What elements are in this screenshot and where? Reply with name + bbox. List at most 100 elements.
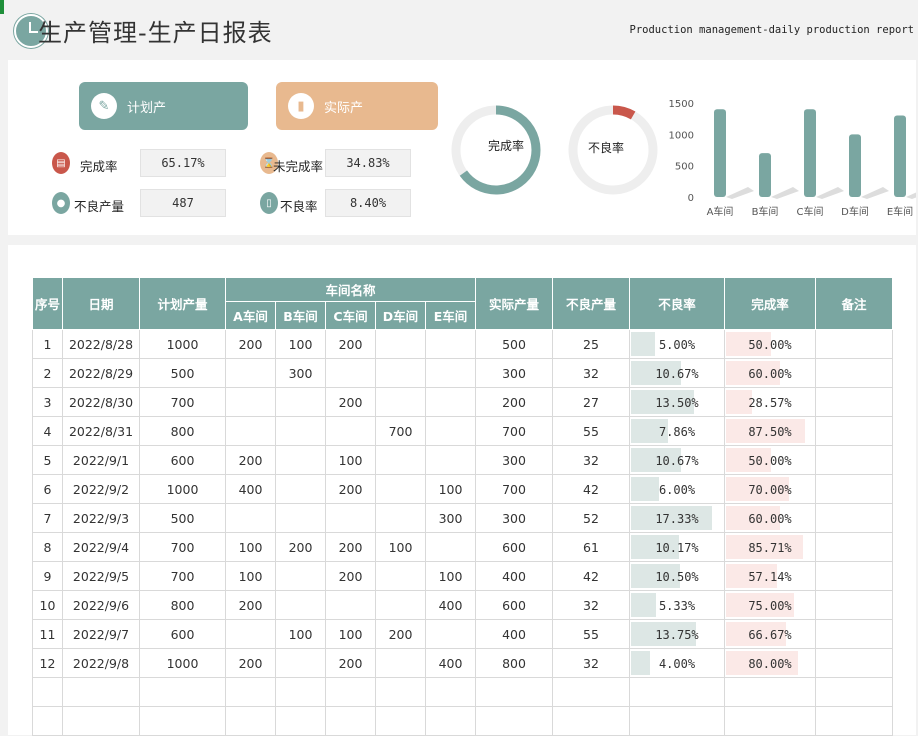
cell-e[interactable]: 400 bbox=[425, 590, 476, 620]
cell-done-rate[interactable]: 28.57% bbox=[724, 387, 816, 417]
cell-c[interactable] bbox=[325, 358, 376, 388]
cell-actual[interactable]: 600 bbox=[475, 590, 553, 620]
cell-seq[interactable]: 5 bbox=[32, 445, 63, 475]
cell-c[interactable]: 200 bbox=[325, 329, 376, 359]
empty-cell[interactable] bbox=[815, 706, 893, 736]
cell-date[interactable]: 2022/9/2 bbox=[62, 474, 140, 504]
cell-a[interactable] bbox=[225, 619, 276, 649]
cell-b[interactable]: 300 bbox=[275, 358, 326, 388]
cell-seq[interactable]: 12 bbox=[32, 648, 63, 678]
cell-date[interactable]: 2022/8/31 bbox=[62, 416, 140, 446]
empty-cell[interactable] bbox=[425, 706, 476, 736]
cell-seq[interactable]: 8 bbox=[32, 532, 63, 562]
cell-bad-rate[interactable]: 5.33% bbox=[629, 590, 725, 620]
cell-c[interactable]: 200 bbox=[325, 532, 376, 562]
cell-remark[interactable] bbox=[815, 532, 893, 562]
cell-done-rate[interactable]: 70.00% bbox=[724, 474, 816, 504]
cell-a[interactable] bbox=[225, 416, 276, 446]
cell-date[interactable]: 2022/9/5 bbox=[62, 561, 140, 591]
empty-cell[interactable] bbox=[724, 706, 816, 736]
cell-actual[interactable]: 700 bbox=[475, 474, 553, 504]
empty-cell[interactable] bbox=[32, 706, 63, 736]
cell-date[interactable]: 2022/8/28 bbox=[62, 329, 140, 359]
empty-cell[interactable] bbox=[32, 677, 63, 707]
cell-a[interactable] bbox=[225, 503, 276, 533]
empty-cell[interactable] bbox=[629, 677, 725, 707]
cell-a[interactable]: 200 bbox=[225, 445, 276, 475]
cell-a[interactable]: 200 bbox=[225, 590, 276, 620]
cell-a[interactable]: 100 bbox=[225, 532, 276, 562]
cell-remark[interactable] bbox=[815, 474, 893, 504]
empty-cell[interactable] bbox=[629, 706, 725, 736]
cell-bad[interactable]: 55 bbox=[552, 416, 630, 446]
cell-remark[interactable] bbox=[815, 648, 893, 678]
cell-bad-rate[interactable]: 5.00% bbox=[629, 329, 725, 359]
cell-seq[interactable]: 10 bbox=[32, 590, 63, 620]
cell-actual[interactable]: 300 bbox=[475, 358, 553, 388]
cell-bad-rate[interactable]: 10.67% bbox=[629, 358, 725, 388]
cell-done-rate[interactable]: 60.00% bbox=[724, 358, 816, 388]
cell-d[interactable]: 100 bbox=[375, 532, 426, 562]
cell-e[interactable]: 100 bbox=[425, 474, 476, 504]
cell-seq[interactable]: 11 bbox=[32, 619, 63, 649]
cell-done-rate[interactable]: 85.71% bbox=[724, 532, 816, 562]
empty-cell[interactable] bbox=[552, 706, 630, 736]
cell-c[interactable]: 100 bbox=[325, 619, 376, 649]
cell-b[interactable] bbox=[275, 503, 326, 533]
cell-date[interactable]: 2022/8/29 bbox=[62, 358, 140, 388]
cell-plan[interactable]: 1000 bbox=[139, 648, 226, 678]
cell-done-rate[interactable]: 60.00% bbox=[724, 503, 816, 533]
cell-bad[interactable]: 32 bbox=[552, 648, 630, 678]
empty-cell[interactable] bbox=[815, 677, 893, 707]
empty-cell[interactable] bbox=[552, 677, 630, 707]
cell-bad-rate[interactable]: 4.00% bbox=[629, 648, 725, 678]
cell-plan[interactable]: 700 bbox=[139, 532, 226, 562]
cell-date[interactable]: 2022/9/3 bbox=[62, 503, 140, 533]
cell-date[interactable]: 2022/9/8 bbox=[62, 648, 140, 678]
cell-done-rate[interactable]: 80.00% bbox=[724, 648, 816, 678]
cell-remark[interactable] bbox=[815, 445, 893, 475]
cell-bad[interactable]: 25 bbox=[552, 329, 630, 359]
cell-remark[interactable] bbox=[815, 329, 893, 359]
cell-plan[interactable]: 700 bbox=[139, 387, 226, 417]
plan-output-card[interactable]: ✎ 计划产 bbox=[79, 82, 248, 130]
empty-cell[interactable] bbox=[62, 677, 140, 707]
cell-date[interactable]: 2022/9/1 bbox=[62, 445, 140, 475]
cell-plan[interactable]: 1000 bbox=[139, 474, 226, 504]
cell-done-rate[interactable]: 66.67% bbox=[724, 619, 816, 649]
cell-d[interactable] bbox=[375, 358, 426, 388]
cell-b[interactable]: 100 bbox=[275, 619, 326, 649]
cell-b[interactable] bbox=[275, 416, 326, 446]
cell-actual[interactable]: 400 bbox=[475, 561, 553, 591]
cell-d[interactable] bbox=[375, 387, 426, 417]
cell-plan[interactable]: 800 bbox=[139, 590, 226, 620]
cell-actual[interactable]: 300 bbox=[475, 445, 553, 475]
cell-b[interactable]: 100 bbox=[275, 329, 326, 359]
cell-bad-rate[interactable]: 13.75% bbox=[629, 619, 725, 649]
cell-plan[interactable]: 500 bbox=[139, 503, 226, 533]
actual-output-card[interactable]: ▮ 实际产 bbox=[276, 82, 438, 130]
cell-bad[interactable]: 55 bbox=[552, 619, 630, 649]
cell-bad[interactable]: 32 bbox=[552, 358, 630, 388]
cell-date[interactable]: 2022/8/30 bbox=[62, 387, 140, 417]
cell-bad[interactable]: 61 bbox=[552, 532, 630, 562]
cell-bad[interactable]: 32 bbox=[552, 590, 630, 620]
cell-actual[interactable]: 500 bbox=[475, 329, 553, 359]
cell-seq[interactable]: 9 bbox=[32, 561, 63, 591]
cell-d[interactable] bbox=[375, 590, 426, 620]
cell-a[interactable] bbox=[225, 387, 276, 417]
cell-actual[interactable]: 400 bbox=[475, 619, 553, 649]
cell-e[interactable]: 100 bbox=[425, 561, 476, 591]
cell-b[interactable]: 200 bbox=[275, 532, 326, 562]
cell-remark[interactable] bbox=[815, 416, 893, 446]
empty-cell[interactable] bbox=[275, 677, 326, 707]
cell-plan[interactable]: 600 bbox=[139, 445, 226, 475]
cell-seq[interactable]: 4 bbox=[32, 416, 63, 446]
cell-c[interactable]: 200 bbox=[325, 561, 376, 591]
empty-cell[interactable] bbox=[225, 706, 276, 736]
cell-e[interactable] bbox=[425, 416, 476, 446]
cell-e[interactable] bbox=[425, 619, 476, 649]
empty-cell[interactable] bbox=[375, 677, 426, 707]
empty-cell[interactable] bbox=[139, 706, 226, 736]
cell-seq[interactable]: 3 bbox=[32, 387, 63, 417]
